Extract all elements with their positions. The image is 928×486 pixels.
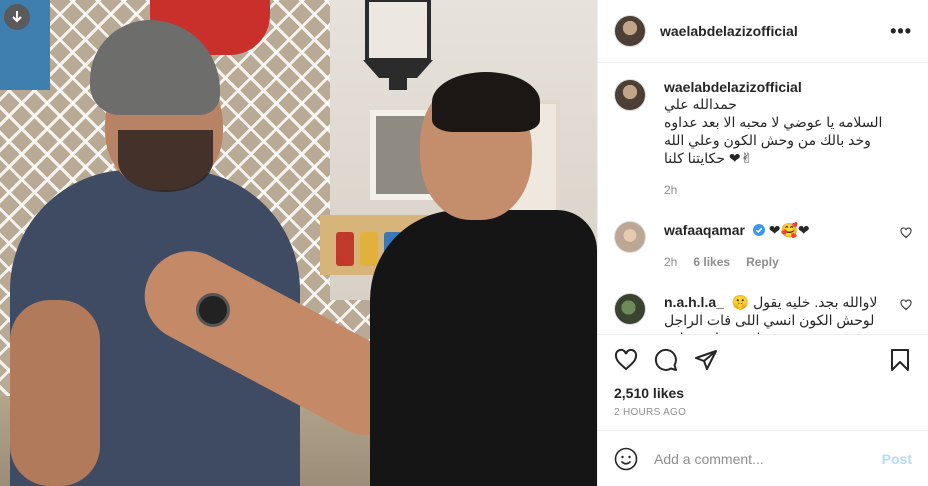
verified-badge-icon bbox=[752, 224, 765, 236]
comment-bubble-icon[interactable] bbox=[654, 348, 678, 372]
caption-text: حمدالله علي السلامه يا عوضي لا محبه الا … bbox=[664, 96, 883, 166]
post-comment-button[interactable]: Post bbox=[882, 451, 912, 467]
post-timestamp[interactable]: 2 HOURS AGO bbox=[598, 401, 928, 418]
comment-like-heart-icon[interactable] bbox=[900, 227, 912, 239]
more-horizontal-icon[interactable]: ••• bbox=[890, 22, 912, 40]
caption: waelabdelazizofficial حمدالله علي السلام… bbox=[614, 79, 912, 197]
share-send-icon[interactable] bbox=[694, 348, 718, 372]
post-actions bbox=[598, 335, 928, 385]
download-icon[interactable] bbox=[4, 4, 30, 30]
photo-watch bbox=[196, 293, 230, 327]
photo-paint-can bbox=[360, 232, 378, 266]
caption-username[interactable]: waelabdelazizofficial bbox=[664, 79, 802, 95]
comments-section[interactable]: waelabdelazizofficial حمدالله علي السلام… bbox=[598, 63, 928, 335]
like-heart-icon[interactable] bbox=[614, 348, 638, 372]
comment-time[interactable]: 2h bbox=[664, 255, 677, 269]
photo-man-left-beard bbox=[118, 130, 213, 192]
comment-item: n.a.h.l.a_ لاوالله بجد. خليه يقول 🤫 لوحش… bbox=[614, 293, 912, 334]
caption-avatar[interactable] bbox=[614, 79, 646, 111]
add-comment-input[interactable] bbox=[654, 450, 882, 467]
photo-man-left-arm bbox=[10, 300, 100, 486]
comment-avatar[interactable] bbox=[614, 293, 646, 325]
likes-count[interactable]: 2,510 likes bbox=[598, 385, 928, 401]
comment-like-heart-icon[interactable] bbox=[900, 299, 912, 311]
comment-text: ❤🥰❤ bbox=[768, 222, 810, 238]
comment-avatar[interactable] bbox=[614, 221, 646, 253]
photo-paint-can bbox=[336, 232, 354, 266]
emoji-smiley-icon[interactable] bbox=[614, 447, 638, 471]
photo-man-right-hair bbox=[432, 72, 540, 132]
author-avatar[interactable] bbox=[614, 15, 646, 47]
photo-man-right-shirt bbox=[370, 210, 597, 486]
post-photo[interactable] bbox=[0, 0, 597, 486]
arrow-down-icon bbox=[12, 11, 22, 23]
photo-lantern bbox=[363, 0, 433, 90]
post-side-panel: waelabdelazizofficial ••• waelabdelazizo… bbox=[597, 0, 928, 486]
comment-username[interactable]: n.a.h.l.a_ bbox=[664, 294, 724, 310]
save-bookmark-icon[interactable] bbox=[888, 348, 912, 372]
author-username[interactable]: waelabdelazizofficial bbox=[660, 23, 798, 39]
comment-reply-button[interactable]: Reply bbox=[746, 255, 779, 269]
post-header: waelabdelazizofficial ••• bbox=[598, 0, 928, 63]
add-comment-bar: Post bbox=[598, 430, 928, 486]
comment-username[interactable]: wafaaqamar bbox=[664, 222, 745, 238]
comment-item: wafaaqamar ❤🥰❤ 2h 6 likes Reply bbox=[614, 221, 912, 269]
instagram-post: waelabdelazizofficial ••• waelabdelazizo… bbox=[0, 0, 928, 486]
caption-time[interactable]: 2h bbox=[664, 183, 677, 197]
comment-likes[interactable]: 6 likes bbox=[693, 255, 730, 269]
